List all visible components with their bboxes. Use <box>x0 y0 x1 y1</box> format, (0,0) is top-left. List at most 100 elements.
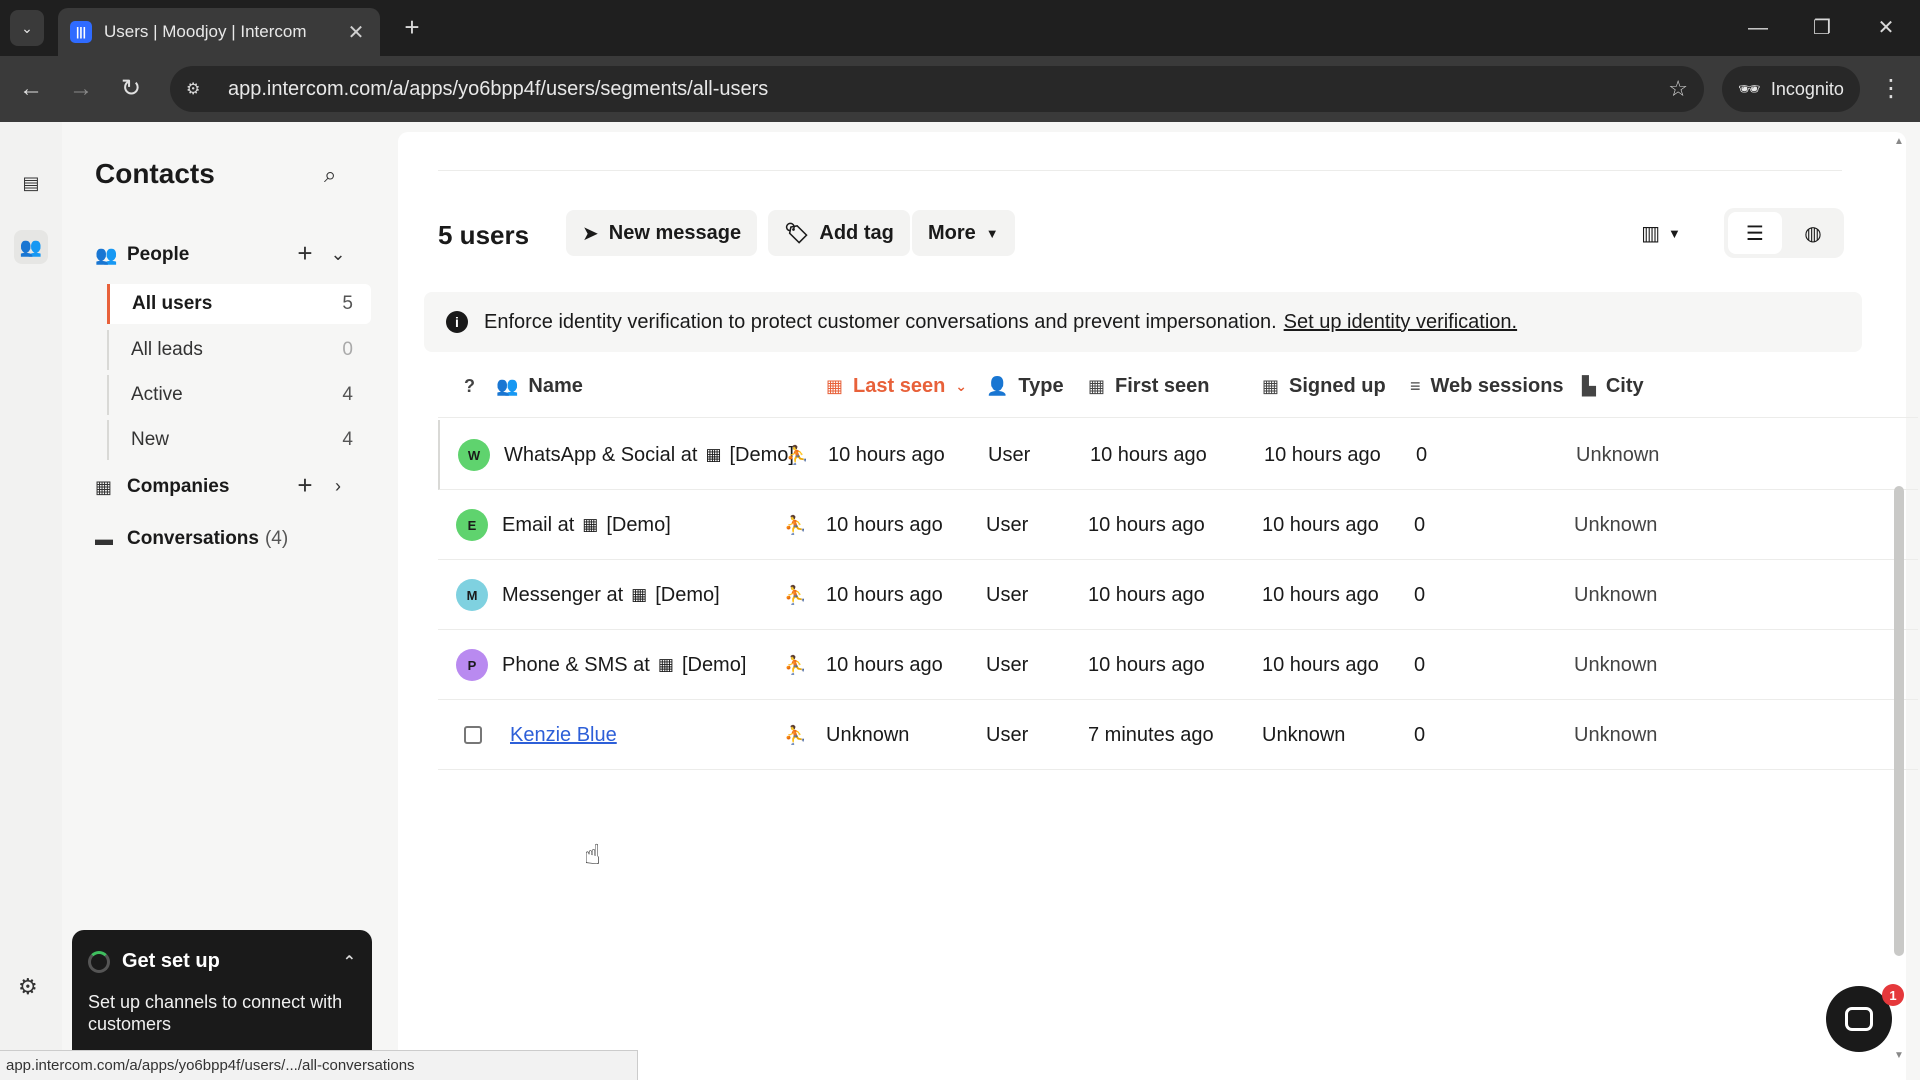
table-row[interactable]: Kenzie Blue ⛹ Unknown User 7 minutes ago… <box>438 700 1918 770</box>
add-company-plus-icon[interactable]: + <box>290 470 320 501</box>
site-info-icon[interactable]: ⚙ <box>186 79 216 99</box>
browser-tab-strip: ⌄ ||| Users | Moodjoy | Intercom ✕ + — ❐… <box>0 0 1920 56</box>
column-signed-up[interactable]: ▦ Signed up <box>1262 354 1386 418</box>
sidebar-section-people[interactable]: 👥 People <box>95 244 189 266</box>
column-label: Signed up <box>1289 374 1386 397</box>
people-icon: 👥 <box>95 244 118 265</box>
browser-toolbar: ← → ↻ ⚙ app.intercom.com/a/apps/yo6bpp4f… <box>0 56 1920 122</box>
add-tag-button[interactable]: 🏷 Add tag <box>768 210 910 256</box>
cell-last-seen: 10 hours ago <box>826 583 943 606</box>
cell-last-seen: 10 hours ago <box>828 443 945 466</box>
columns-button[interactable]: ▥ ▼ <box>1626 210 1696 256</box>
user-name[interactable]: Email at <box>502 514 574 537</box>
column-first-seen[interactable]: ▦ First seen <box>1088 354 1210 418</box>
search-icon[interactable]: ⌕ <box>324 162 336 188</box>
intercom-favicon-icon: ||| <box>70 21 92 43</box>
more-button[interactable]: More ▼ <box>912 210 1015 256</box>
cell-signed-up: Unknown <box>1262 723 1346 746</box>
nav-rail: ▤ 👥 ⚙ <box>0 122 62 1080</box>
company-name[interactable]: [Demo] <box>655 584 719 607</box>
column-label: City <box>1605 374 1644 397</box>
sidebar-item-all-users[interactable]: All users 5 <box>107 284 371 324</box>
segment-count: 5 <box>342 293 353 314</box>
chevron-down-icon[interactable]: ⌄ <box>326 244 350 265</box>
conversations-icon: ▬ <box>95 528 113 549</box>
user-name-link[interactable]: Kenzie Blue <box>510 724 617 747</box>
main-panel: 5 users ➤ New message 🏷 Add tag More ▼ ▥… <box>398 132 1918 1080</box>
reload-icon[interactable]: ↻ <box>112 70 150 108</box>
contacts-icon[interactable]: 👥 <box>14 230 48 264</box>
caret-down-icon: ▼ <box>1668 225 1681 241</box>
sidebar-section-conversations[interactable]: ▬ Conversations (4) <box>95 528 288 550</box>
incognito-indicator[interactable]: 🕶 Incognito <box>1722 66 1860 112</box>
forward-arrow-icon[interactable]: → <box>62 70 100 108</box>
company-name[interactable]: [Demo] <box>682 654 746 677</box>
building-icon: ▦ <box>705 445 722 464</box>
restore-icon[interactable]: ❐ <box>1802 8 1842 48</box>
scroll-up-arrow-icon[interactable]: ▲ <box>1890 136 1908 147</box>
cell-type: User <box>986 653 1029 676</box>
cell-web-sessions: 0 <box>1414 513 1426 536</box>
table-row[interactable]: P Phone & SMS at ▦ [Demo] ⛹ 10 hours ago… <box>438 630 1918 700</box>
chevron-up-icon[interactable]: ⌃ <box>343 952 356 972</box>
cell-web-sessions: 0 <box>1414 653 1426 676</box>
segment-label: All leads <box>131 339 203 360</box>
help-icon[interactable]: ? <box>464 354 475 418</box>
address-bar[interactable]: ⚙ app.intercom.com/a/apps/yo6bpp4f/users… <box>170 66 1704 112</box>
company-name[interactable]: [Demo] <box>730 444 794 467</box>
column-name[interactable]: 👥 Name <box>496 354 583 418</box>
scroll-down-arrow-icon[interactable]: ▼ <box>1890 1050 1908 1061</box>
settings-gear-icon[interactable]: ⚙ <box>18 974 38 1000</box>
bookmark-star-icon[interactable]: ☆ <box>1668 76 1688 102</box>
user-name[interactable]: WhatsApp & Social at <box>504 444 697 467</box>
get-set-up-card[interactable]: Get set up ⌃ Set up channels to connect … <box>72 930 372 1064</box>
inbox-icon[interactable]: ▤ <box>14 166 48 200</box>
new-message-button[interactable]: ➤ New message <box>566 210 758 256</box>
sidebar-section-companies[interactable]: ▦ Companies <box>95 476 229 498</box>
user-name[interactable]: Phone & SMS at <box>502 654 650 677</box>
sidebar-item-active[interactable]: Active 4 <box>107 375 371 415</box>
back-arrow-icon[interactable]: ← <box>12 70 50 108</box>
cell-web-sessions: 0 <box>1416 443 1428 466</box>
hand-cursor-icon: ☝ <box>584 839 602 870</box>
chevron-right-icon[interactable]: › <box>326 476 350 497</box>
sidebar-item-new[interactable]: New 4 <box>107 420 371 460</box>
new-tab-plus-icon[interactable]: + <box>396 12 428 44</box>
cell-first-seen: 10 hours ago <box>1090 443 1207 466</box>
browser-tab[interactable]: ||| Users | Moodjoy | Intercom ✕ <box>58 8 380 56</box>
user-name[interactable]: Messenger at <box>502 584 623 607</box>
window-close-icon[interactable]: ✕ <box>1866 8 1906 48</box>
url-text[interactable]: app.intercom.com/a/apps/yo6bpp4f/users/s… <box>228 78 1668 101</box>
avatar: W <box>458 439 490 471</box>
sidebar-item-all-leads[interactable]: All leads 0 <box>107 330 371 370</box>
company-name[interactable]: [Demo] <box>606 514 670 537</box>
segment-label: All users <box>132 293 213 314</box>
column-city[interactable]: ▙ City <box>1582 354 1644 418</box>
browser-menu-icon[interactable]: ⋮ <box>1876 70 1906 108</box>
add-segment-plus-icon[interactable]: + <box>290 238 320 269</box>
cell-type: User <box>986 583 1029 606</box>
table-row[interactable]: M Messenger at ▦ [Demo] ⛹ 10 hours ago U… <box>438 560 1918 630</box>
row-checkbox[interactable] <box>464 726 482 744</box>
column-type[interactable]: 👤 Type <box>986 354 1064 418</box>
list-view-icon[interactable]: ☰ <box>1728 212 1782 254</box>
incognito-icon: 🕶 <box>1738 78 1761 99</box>
tab-close-icon[interactable]: ✕ <box>344 20 368 45</box>
tag-icon: 🏷 <box>784 222 810 245</box>
column-last-seen[interactable]: ▦ Last seen ⌄ <box>826 354 967 418</box>
user-type-icon: ⛹ <box>784 724 807 745</box>
user-type-icon: ⛹ <box>784 584 807 605</box>
cell-type: User <box>986 513 1029 536</box>
table-row[interactable]: E Email at ▦ [Demo] ⛹ 10 hours ago User … <box>438 490 1918 560</box>
minimize-icon[interactable]: — <box>1738 8 1778 48</box>
table-row[interactable]: W WhatsApp & Social at ▦ [Demo] ⛹ 10 hou… <box>438 420 1918 490</box>
tab-search-chevron-icon[interactable]: ⌄ <box>10 10 44 46</box>
setup-verification-link[interactable]: Set up identity verification. <box>1284 311 1517 334</box>
map-view-globe-icon[interactable]: ◍ <box>1786 210 1840 256</box>
columns-icon: ▥ <box>1641 222 1661 245</box>
scrollbar-thumb[interactable] <box>1894 486 1904 956</box>
column-web-sessions[interactable]: ≡ Web sessions <box>1410 354 1564 418</box>
person-icon: 👤 <box>986 375 1009 396</box>
column-label: Web sessions <box>1430 374 1564 397</box>
segment-count: 4 <box>342 429 353 450</box>
